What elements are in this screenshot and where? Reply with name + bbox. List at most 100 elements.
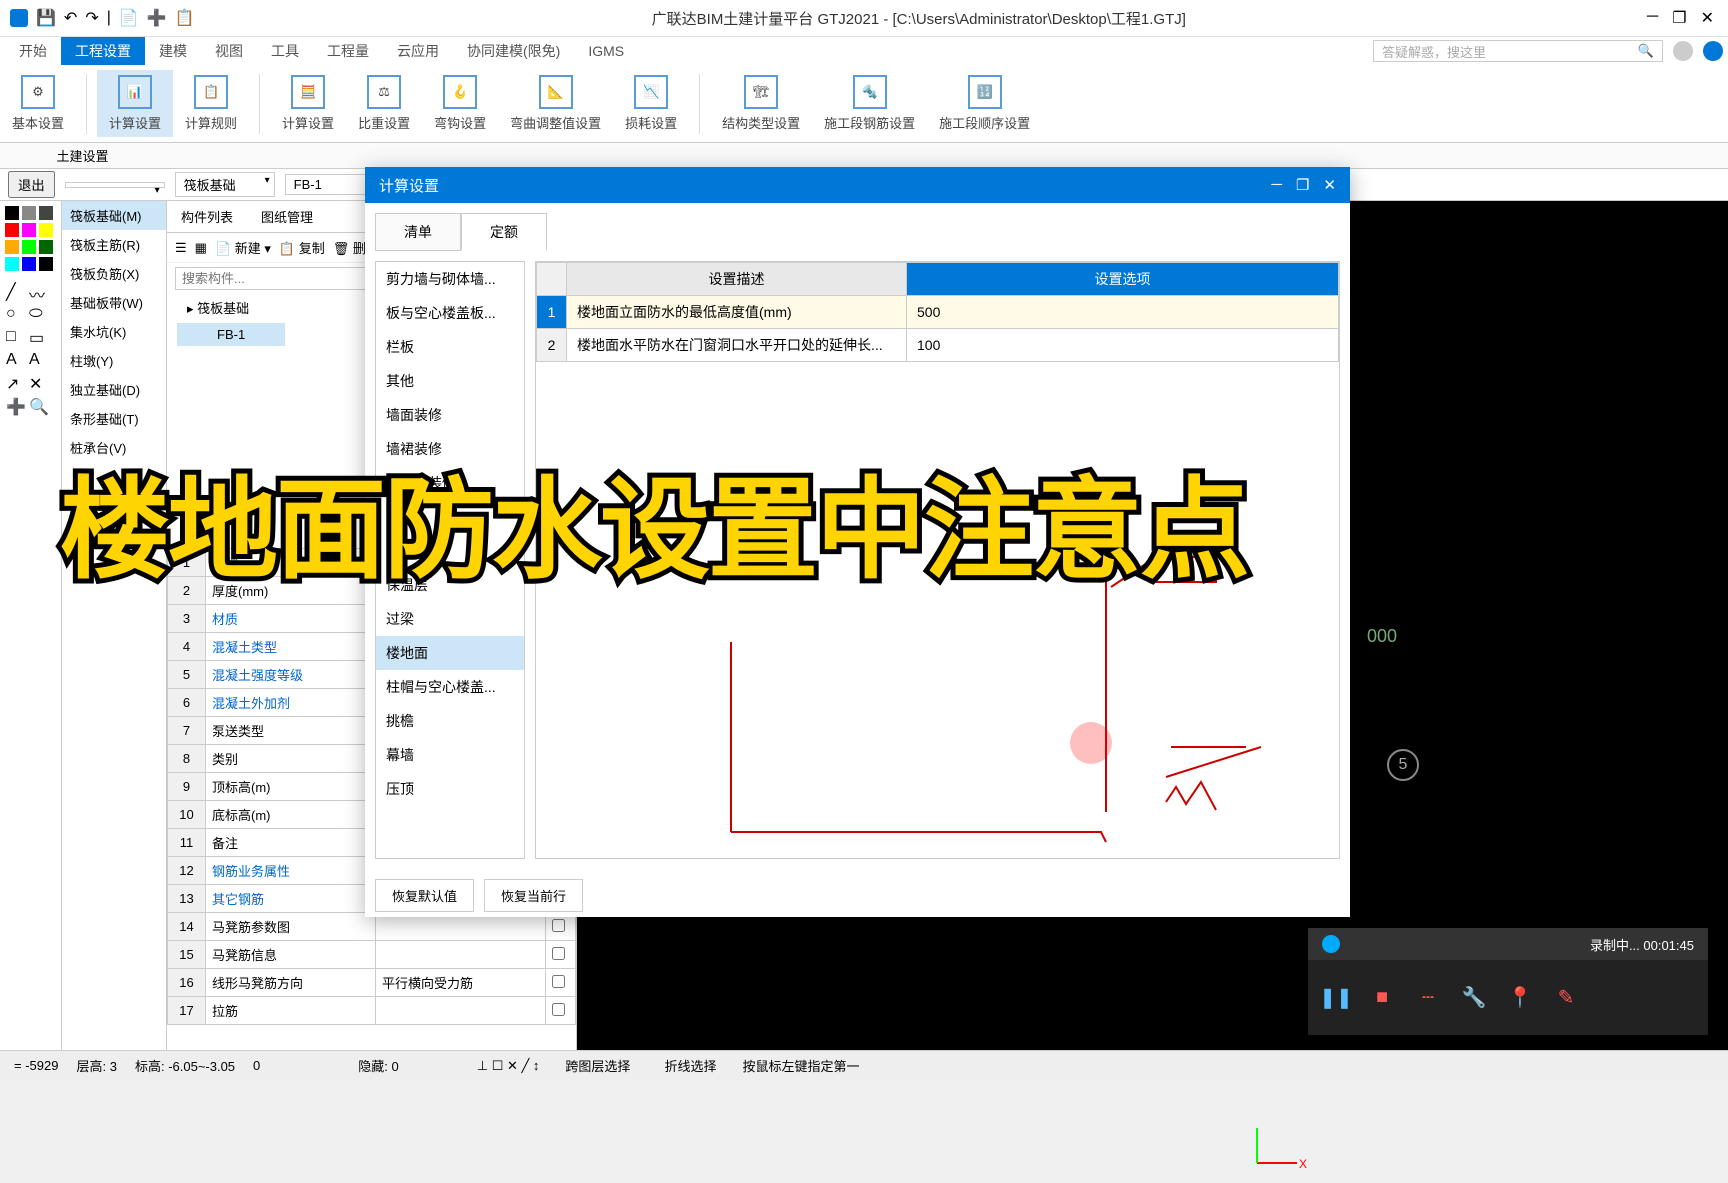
menu-start[interactable]: 开始 [5, 37, 61, 65]
list-view-icon[interactable]: ☰ [175, 240, 187, 256]
color-cyan[interactable] [5, 257, 19, 271]
nav-raft-main-rebar[interactable]: 筏板主筋(R) [62, 230, 166, 259]
prop-row-num[interactable]: 10 [168, 801, 206, 829]
prop-row-num[interactable]: 7 [168, 717, 206, 745]
menu-cloud[interactable]: 云应用 [383, 37, 453, 65]
help-search[interactable]: 答疑解惑，搜这里🔍 [1373, 40, 1663, 62]
new-member-button[interactable]: 📄 新建 ▾ [215, 238, 271, 257]
tree-leaf-fb1[interactable]: FB-1 [177, 323, 285, 346]
nav-strip-foundation[interactable]: 条形基础(T) [62, 404, 166, 433]
dialog-cat-item[interactable]: 柱帽与空心楼盖... [376, 670, 524, 704]
prop-row-num[interactable]: 9 [168, 773, 206, 801]
rec-pen-button[interactable]: ✎ [1552, 984, 1580, 1012]
row-1-val[interactable]: 500 [907, 296, 1339, 329]
tab-drawing-mgmt[interactable]: 图纸管理 [247, 201, 327, 232]
dialog-cat-item[interactable]: 墙面装修 [376, 398, 524, 432]
row-1-num[interactable]: 1 [537, 296, 567, 329]
qat-redo-icon[interactable]: ↷ [85, 8, 98, 28]
nav-raft-neg-rebar[interactable]: 筏板负筋(X) [62, 259, 166, 288]
dialog-cat-item[interactable]: 压顶 [376, 772, 524, 806]
dropdown-component-type[interactable]: 筏板基础 [175, 172, 275, 197]
dialog-tab-list[interactable]: 清单 [375, 213, 461, 251]
color-black[interactable] [5, 206, 19, 220]
copy-member-button[interactable]: 📋 复制 [279, 238, 325, 257]
ribbon-section-rebar[interactable]: 🔩施工段钢筋设置 [812, 70, 927, 137]
prop-value[interactable] [376, 997, 546, 1025]
qat-undo-icon[interactable]: ↶ [64, 8, 77, 28]
ribbon-calc-settings-2[interactable]: 🧮计算设置 [270, 70, 346, 137]
menu-tools[interactable]: 工具 [257, 37, 313, 65]
exit-button[interactable]: 退出 [8, 171, 55, 198]
prop-row-num[interactable]: 6 [168, 689, 206, 717]
color-black2[interactable] [39, 257, 53, 271]
minimize-icon[interactable]: ─ [1647, 8, 1658, 28]
ribbon-section-order[interactable]: 🔢施工段顺序设置 [927, 70, 1042, 137]
dialog-cat-item[interactable]: 幕墙 [376, 738, 524, 772]
dialog-cat-item[interactable]: 楼地面 [376, 636, 524, 670]
color-gray[interactable] [22, 206, 36, 220]
menu-view[interactable]: 视图 [201, 37, 257, 65]
ribbon-basic-settings[interactable]: ⚙基本设置 [0, 70, 76, 137]
sb-snap-icons[interactable]: ⊥ ☐ ✕ ╱ ↕ [477, 1058, 540, 1074]
ribbon-calc-settings[interactable]: 📊计算设置 [97, 70, 173, 137]
color-green[interactable] [22, 240, 36, 254]
prop-value[interactable]: 平行横向受力筋 [376, 969, 546, 997]
sb-polyline-select[interactable]: 折线选择 [656, 1054, 724, 1077]
nav-raft-foundation[interactable]: 筏板基础(M) [62, 201, 166, 230]
grid-view-icon[interactable]: ▦ [195, 240, 207, 256]
ribbon-calc-rules[interactable]: 📋计算规则 [173, 70, 249, 137]
sb-cross-layer[interactable]: 跨图层选择 [557, 1054, 638, 1077]
ribbon-struct-type[interactable]: 🏗结构类型设置 [710, 70, 812, 137]
prop-row-num[interactable]: 5 [168, 661, 206, 689]
dialog-cat-item[interactable]: 挑檐 [376, 704, 524, 738]
nav-pier[interactable]: 柱墩(Y) [62, 346, 166, 375]
color-blue[interactable] [22, 257, 36, 271]
dialog-close-icon[interactable]: ✕ [1323, 176, 1336, 194]
prop-row-num[interactable]: 13 [168, 885, 206, 913]
ribbon-bend-settings[interactable]: 📐弯曲调整值设置 [498, 70, 613, 137]
prop-row-num[interactable]: 12 [168, 857, 206, 885]
rec-tool-button[interactable]: 🔧 [1460, 984, 1488, 1012]
color-dark[interactable] [39, 206, 53, 220]
nav-sump[interactable]: 集水坑(K) [62, 317, 166, 346]
menu-collab[interactable]: 协同建模(限免) [453, 37, 574, 65]
prop-row-num[interactable]: 3 [168, 605, 206, 633]
prop-row-num[interactable]: 14 [168, 913, 206, 941]
menu-project-settings[interactable]: 工程设置 [61, 37, 145, 65]
dialog-tab-quota[interactable]: 定额 [461, 213, 547, 251]
prop-row-num[interactable]: 15 [168, 941, 206, 969]
tab-member-list[interactable]: 构件列表 [167, 201, 247, 232]
dialog-cat-item[interactable]: 板与空心楼盖板... [376, 296, 524, 330]
prop-check[interactable] [552, 947, 565, 960]
qat-icon-3[interactable]: 📋 [175, 8, 195, 28]
prop-row-num[interactable]: 17 [168, 997, 206, 1025]
qat-icon-1[interactable]: 📄 [119, 8, 139, 28]
menu-modeling[interactable]: 建模 [145, 37, 201, 65]
color-red[interactable] [5, 223, 19, 237]
prop-value[interactable] [376, 941, 546, 969]
dialog-cat-item[interactable]: 栏板 [376, 330, 524, 364]
prop-check[interactable] [552, 975, 565, 988]
dialog-min-icon[interactable]: ─ [1271, 176, 1282, 194]
prop-row-num[interactable]: 16 [168, 969, 206, 997]
color-darkgreen[interactable] [39, 240, 53, 254]
qat-icon-2[interactable]: ➕ [147, 8, 167, 28]
menu-igms[interactable]: IGMS [574, 39, 638, 63]
prop-check[interactable] [552, 1003, 565, 1016]
nav-indep-foundation[interactable]: 独立基础(D) [62, 375, 166, 404]
avatar-icon[interactable] [1673, 41, 1693, 61]
maximize-icon[interactable]: ❐ [1672, 8, 1686, 28]
rec-pin-button[interactable]: 📍 [1506, 984, 1534, 1012]
color-yellow[interactable] [39, 223, 53, 237]
row-2-val[interactable]: 100 [907, 329, 1339, 362]
nav-foundation-strip[interactable]: 基础板带(W) [62, 288, 166, 317]
cloud-icon[interactable] [1703, 41, 1723, 61]
restore-defaults-button[interactable]: 恢复默认值 [375, 879, 474, 912]
dialog-cat-item[interactable]: 过梁 [376, 602, 524, 636]
qat-save-icon[interactable]: 💾 [36, 8, 56, 28]
rec-mark-button[interactable]: ┄ [1414, 984, 1442, 1012]
dialog-cat-item[interactable]: 其他 [376, 364, 524, 398]
ribbon-hook-settings[interactable]: 🪝弯钩设置 [422, 70, 498, 137]
dialog-cat-item[interactable]: 剪力墙与砌体墙... [376, 262, 524, 296]
color-orange[interactable] [5, 240, 19, 254]
